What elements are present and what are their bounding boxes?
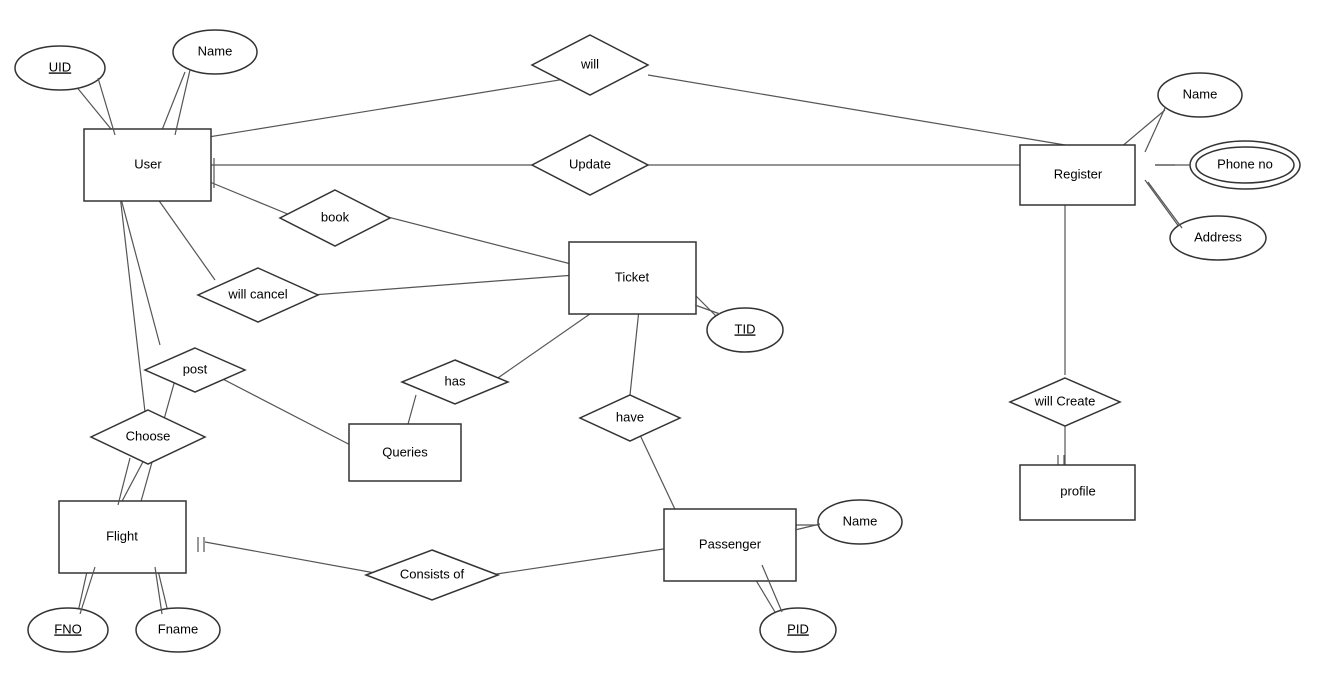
attribute-passenger-name: Name xyxy=(818,500,902,544)
svg-text:Queries: Queries xyxy=(382,444,428,459)
svg-text:will Create: will Create xyxy=(1034,393,1096,408)
svg-text:Ticket: Ticket xyxy=(615,269,650,284)
relationship-will: will xyxy=(532,35,648,95)
svg-text:PID: PID xyxy=(787,621,809,636)
svg-text:FNO: FNO xyxy=(54,621,81,636)
svg-text:Name: Name xyxy=(843,513,878,528)
entity-register: Register xyxy=(1020,145,1135,205)
svg-text:Fname: Fname xyxy=(158,621,198,636)
svg-text:Choose: Choose xyxy=(126,428,171,443)
svg-text:Consists of: Consists of xyxy=(400,566,465,581)
svg-text:Passenger: Passenger xyxy=(699,536,762,551)
svg-text:Phone no: Phone no xyxy=(1217,156,1273,171)
entity-ticket: Ticket xyxy=(569,242,696,314)
er-diagram-svg: User Ticket Register profile Flight xyxy=(0,0,1343,696)
entity-flight: Flight xyxy=(59,501,186,573)
attribute-register-name: Name xyxy=(1158,73,1242,117)
attribute-fno: FNO xyxy=(28,608,108,652)
entity-user: User xyxy=(84,129,211,201)
svg-text:has: has xyxy=(445,373,466,388)
entity-profile: profile xyxy=(1020,465,1135,520)
relationship-will-cancel: will cancel xyxy=(198,268,318,322)
svg-text:Flight: Flight xyxy=(106,528,138,543)
svg-text:will: will xyxy=(580,56,599,71)
relationship-choose: Choose xyxy=(91,410,205,464)
relationship-book: book xyxy=(280,190,390,246)
svg-text:User: User xyxy=(134,156,162,171)
svg-text:Register: Register xyxy=(1054,166,1103,181)
attribute-pid: PID xyxy=(760,608,836,652)
relationship-have: have xyxy=(580,395,680,441)
attribute-address: Address xyxy=(1170,216,1266,260)
attribute-phone-no: Phone no xyxy=(1190,141,1300,189)
svg-text:post: post xyxy=(183,361,208,376)
svg-text:Name: Name xyxy=(1183,86,1218,101)
svg-text:Name: Name xyxy=(198,43,233,58)
relationship-has: has xyxy=(402,360,508,404)
svg-text:book: book xyxy=(321,209,350,224)
svg-text:Address: Address xyxy=(1194,229,1242,244)
attribute-uid: UID xyxy=(15,46,105,90)
entity-passenger: Passenger xyxy=(664,509,796,581)
relationship-will-create: will Create xyxy=(1010,378,1120,426)
relationship-consists-of: Consists of xyxy=(366,550,498,600)
attribute-fname: Fname xyxy=(136,608,220,652)
attribute-user-name: Name xyxy=(173,30,257,74)
attribute-tid: TID xyxy=(707,308,783,352)
svg-text:will cancel: will cancel xyxy=(227,286,287,301)
weak-entity-queries: Queries xyxy=(349,424,461,481)
svg-text:Update: Update xyxy=(569,156,611,171)
er-diagram-container: User Ticket Register profile Flight xyxy=(0,0,1343,696)
svg-text:profile: profile xyxy=(1060,483,1095,498)
relationship-post: post xyxy=(145,348,245,392)
svg-text:have: have xyxy=(616,409,644,424)
relationship-update: Update xyxy=(532,135,648,195)
svg-text:TID: TID xyxy=(735,321,756,336)
svg-text:UID: UID xyxy=(49,59,71,74)
